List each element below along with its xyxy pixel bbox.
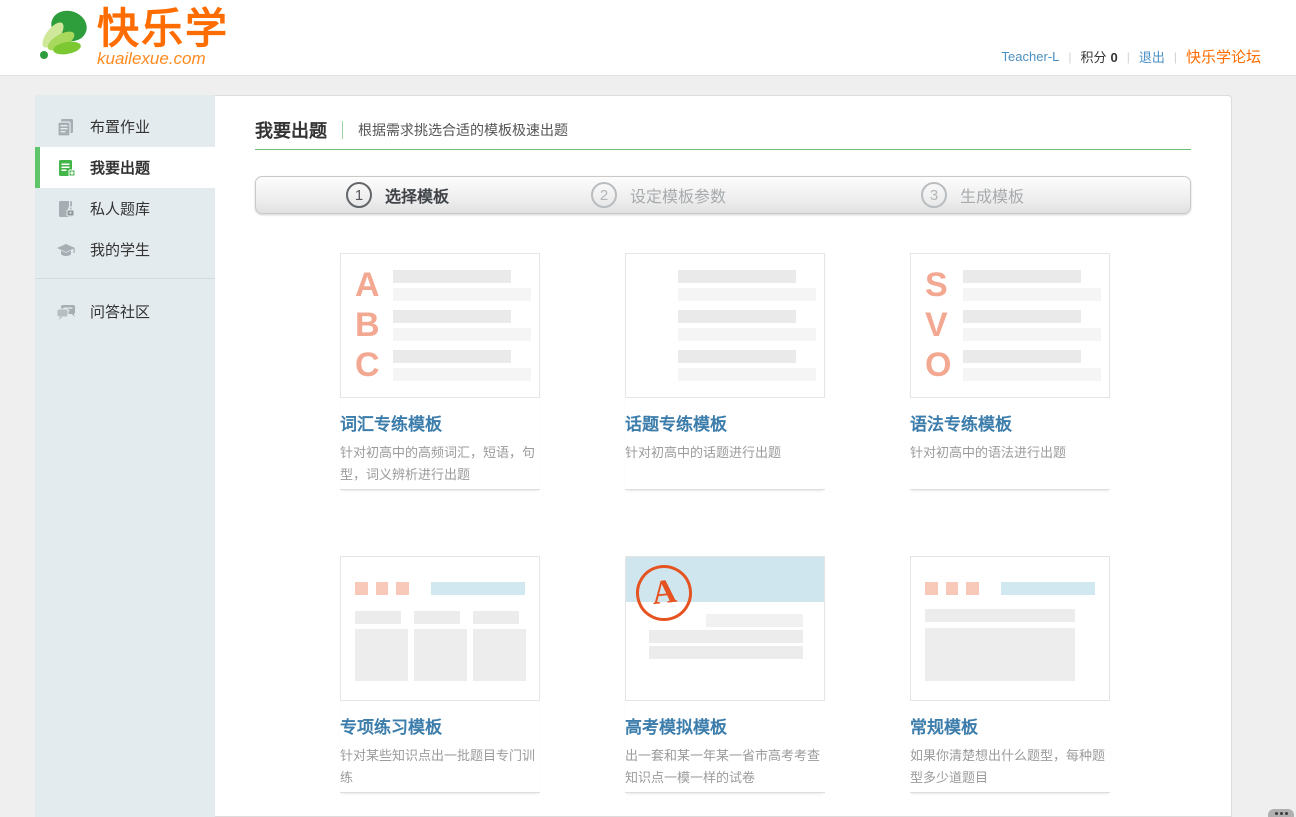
sidebar-item-label: 我的学生 (90, 239, 150, 260)
step-number-circle: 1 (346, 182, 372, 208)
template-title-link[interactable]: 语法专练模板 (910, 410, 1110, 435)
top-nav: Teacher-L | 积分0 | 退出 | 快乐学论坛 (1002, 46, 1261, 67)
template-title-link[interactable]: 专项练习模板 (340, 713, 540, 738)
my-students-icon (56, 240, 76, 260)
template-title-link[interactable]: 高考模拟模板 (625, 713, 825, 738)
green-divider (255, 149, 1191, 150)
sidebar-item-qa-community[interactable]: 问答社区 (35, 291, 215, 332)
template-card-special-practice[interactable]: 专项练习模板 针对某些知识点出一批题目专门训练 (340, 556, 540, 793)
assign-homework-icon (56, 117, 76, 137)
main-panel: 我要出题 根据需求挑选合适的模板极速出题 1 选择模板 2 设定模板参数 3 生… (215, 95, 1232, 817)
template-description: 针对初高中的语法进行出题 (910, 442, 1110, 464)
wizard-steps-bar: 1 选择模板 2 设定模板参数 3 生成模板 (255, 176, 1191, 214)
logo-title: 快乐学 (97, 8, 229, 50)
art-letter-b: B (355, 308, 393, 342)
step-number-circle: 3 (921, 182, 947, 208)
art-letter-s: S (925, 268, 963, 302)
art-letter-v: V (925, 308, 963, 342)
nav-separator: | (1174, 50, 1177, 64)
nav-separator: | (1068, 50, 1071, 64)
step-select-template: 1 选择模板 (346, 177, 449, 213)
art-row: A (355, 265, 539, 305)
topic-art (625, 253, 825, 398)
top-header: 快乐学 kuailexue.com Teacher-L | 积分0 | 退出 |… (0, 0, 1296, 76)
template-title-link[interactable]: 常规模板 (910, 713, 1110, 738)
sidebar-item-label: 私人题库 (90, 198, 150, 219)
page-header: 我要出题 根据需求挑选合适的模板极速出题 (255, 119, 1191, 141)
title-separator (342, 121, 343, 139)
nav-points: 积分0 (1080, 47, 1117, 66)
art-letter-o: O (925, 348, 963, 382)
step-generate-template: 3 生成模板 (921, 177, 1024, 213)
sidebar-item-create-questions[interactable]: 我要出题 (35, 147, 215, 188)
template-description: 如果你清楚想出什么题型，每种题型多少道题目 (910, 745, 1110, 789)
nav-separator: | (1127, 50, 1130, 64)
sidebar-item-label: 布置作业 (90, 116, 150, 137)
sidebar-divider (35, 278, 215, 279)
sidebar-item-label: 问答社区 (90, 301, 150, 322)
template-description: 针对初高中的话题进行出题 (625, 442, 825, 464)
page-title: 我要出题 (255, 117, 327, 143)
step-set-parameters: 2 设定模板参数 (591, 177, 726, 213)
nav-username-link[interactable]: Teacher-L (1002, 49, 1060, 64)
art-row: S (925, 265, 1109, 305)
art-row (640, 345, 824, 385)
art-row: O (925, 345, 1109, 385)
template-cards-grid: A B C 词汇专练模板 针对初高中的高频词汇，短语，句型，词义辨析进行出题 (340, 253, 1110, 793)
create-questions-icon (56, 158, 76, 178)
art-row: C (355, 345, 539, 385)
template-title-link[interactable]: 词汇专练模板 (340, 410, 540, 435)
private-question-bank-icon (56, 199, 76, 219)
art-row: B (355, 305, 539, 345)
special-practice-art (340, 556, 540, 701)
template-description: 针对初高中的高频词汇，短语，句型，词义辨析进行出题 (340, 442, 540, 486)
grammar-art: S V O (910, 253, 1110, 398)
regular-art (910, 556, 1110, 701)
vocabulary-art: A B C (340, 253, 540, 398)
template-card-gaokao-mock[interactable]: A 高考模拟模板 出一套和某一年某一省市高考考查知识点一模一样的试卷 (625, 556, 825, 793)
template-card-vocabulary[interactable]: A B C 词汇专练模板 针对初高中的高频词汇，短语，句型，词义辨析进行出题 (340, 253, 540, 490)
step-label: 生成模板 (960, 183, 1024, 207)
nav-forum-link[interactable]: 快乐学论坛 (1186, 46, 1261, 67)
step-label: 设定模板参数 (630, 183, 726, 207)
template-card-regular[interactable]: 常规模板 如果你清楚想出什么题型，每种题型多少道题目 (910, 556, 1110, 793)
template-description: 针对某些知识点出一批题目专门训练 (340, 745, 540, 789)
art-letter-a: A (355, 268, 393, 302)
gaokao-mock-art: A (625, 556, 825, 701)
sidebar-item-label: 我要出题 (90, 157, 150, 178)
sidebar: 布置作业 我要出题 私人题库 (35, 95, 215, 817)
nav-logout-link[interactable]: 退出 (1139, 47, 1165, 66)
template-description: 出一套和某一年某一省市高考考查知识点一模一样的试卷 (625, 745, 825, 789)
logo-domain: kuailexue.com (97, 50, 229, 68)
template-card-grammar[interactable]: S V O 语法专练模板 针对初高中的语法进行出题 (910, 253, 1110, 490)
art-row (640, 305, 824, 345)
qa-community-icon (56, 302, 76, 322)
site-logo[interactable]: 快乐学 kuailexue.com (33, 8, 229, 71)
sidebar-item-private-bank[interactable]: 私人题库 (35, 188, 215, 229)
feedback-widget-button[interactable] (1268, 809, 1294, 817)
template-card-topic[interactable]: 话题专练模板 针对初高中的话题进行出题 (625, 253, 825, 490)
page-subtitle: 根据需求挑选合适的模板极速出题 (358, 120, 568, 140)
logo-leaf-icon (33, 8, 91, 71)
sidebar-item-assign-homework[interactable]: 布置作业 (35, 106, 215, 147)
art-letter-c: C (355, 348, 393, 382)
sidebar-item-my-students[interactable]: 我的学生 (35, 229, 215, 270)
template-title-link[interactable]: 话题专练模板 (625, 410, 825, 435)
nav-points-value: 0 (1110, 50, 1117, 65)
art-row (640, 265, 824, 305)
art-row: V (925, 305, 1109, 345)
step-label: 选择模板 (385, 183, 449, 207)
step-number-circle: 2 (591, 182, 617, 208)
